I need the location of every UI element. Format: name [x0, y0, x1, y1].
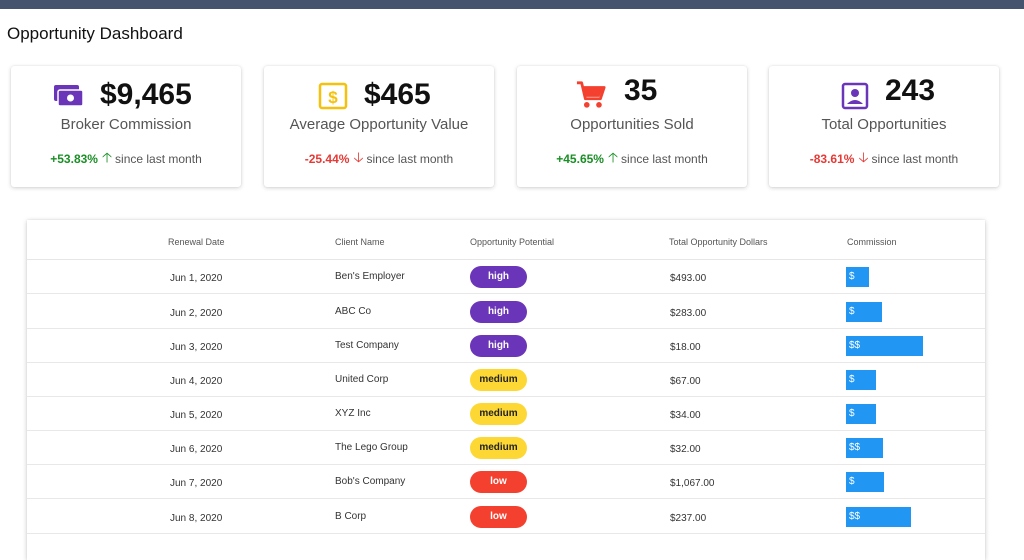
card-change: -25.44% 🡣 since last month: [264, 148, 494, 172]
client-name-cell: The Lego Group: [335, 442, 408, 453]
commission-bar: $: [846, 370, 876, 390]
total-dollars-cell: $34.00: [670, 410, 701, 421]
column-header-total-opportunity-dollars[interactable]: Total Opportunity Dollars: [669, 237, 768, 247]
change-percent: -83.61%: [809, 152, 855, 166]
potential-badge: medium: [470, 403, 527, 425]
card-value: 35: [624, 74, 658, 107]
total-dollars-cell: $32.00: [670, 444, 701, 455]
commission-bar: $: [846, 472, 884, 492]
column-header-commission[interactable]: Commission: [847, 237, 897, 247]
total-dollars-cell: $283.00: [670, 308, 707, 319]
table-row[interactable]: Jun 5, 2020 XYZ Inc medium $34.00 $: [27, 397, 985, 431]
change-percent: +45.65%: [556, 152, 604, 166]
svg-text:$: $: [328, 88, 338, 107]
renewal-date-cell: Jun 4, 2020: [170, 376, 223, 387]
renewal-date-cell: Jun 5, 2020: [170, 410, 223, 421]
client-name-cell: ABC Co: [335, 306, 372, 317]
card-change: +53.83% 🡡 since last month: [11, 148, 241, 172]
renewal-date-cell: Jun 8, 2020: [170, 513, 223, 524]
total-dollars-cell: $67.00: [670, 376, 701, 387]
total-dollars-cell: $18.00: [670, 342, 701, 353]
arrow-down-icon: 🡣: [353, 149, 364, 165]
table-row[interactable]: Jun 2, 2020 ABC Co high $283.00 $: [27, 295, 985, 329]
change-percent: +53.83%: [50, 152, 98, 166]
card-label: Broker Commission: [60, 116, 192, 133]
renewal-date-cell: Jun 3, 2020: [170, 342, 223, 353]
table-row[interactable]: Jun 3, 2020 Test Company high $18.00 $$: [27, 329, 985, 363]
potential-badge: low: [470, 506, 527, 528]
card-opportunities-sold: 35 Opportunities Sold +45.65% 🡡 since last…: [517, 66, 747, 187]
client-name-cell: Test Company: [335, 340, 399, 351]
portrait-icon: [841, 82, 869, 110]
total-dollars-cell: $237.00: [670, 513, 707, 524]
column-header-renewal-date[interactable]: Renewal Date: [168, 237, 225, 247]
cart-icon: [576, 81, 606, 108]
money-icon: [54, 85, 84, 107]
card-average-opportunity-value: $ $465 Average Opportunity Value -25.44%…: [264, 66, 494, 187]
card-label: Total Opportunities: [821, 116, 947, 133]
change-period: since last month: [871, 152, 959, 166]
change-period: since last month: [366, 152, 454, 166]
client-name-cell: Bob's Company: [335, 476, 406, 487]
table-row[interactable]: Jun 4, 2020 United Corp medium $67.00 $: [27, 363, 985, 397]
potential-badge: high: [470, 301, 527, 323]
opportunity-table: Renewal Date Client Name Opportunity Pot…: [27, 220, 985, 560]
card-value: $9,465: [100, 78, 192, 111]
card-label: Opportunities Sold: [570, 116, 694, 133]
table-row[interactable]: Jun 7, 2020 Bob's Company low $1,067.00 $: [27, 465, 985, 499]
change-period: since last month: [621, 152, 708, 166]
commission-bar: $$: [846, 336, 923, 356]
renewal-date-cell: Jun 1, 2020: [170, 273, 223, 284]
client-name-cell: XYZ Inc: [335, 408, 371, 419]
arrow-down-icon: 🡣: [858, 149, 869, 165]
column-header-opportunity-potential[interactable]: Opportunity Potential: [470, 237, 554, 247]
potential-badge: medium: [470, 437, 527, 459]
card-label: Average Opportunity Value: [289, 116, 469, 133]
card-change: +45.65% 🡡 since last month: [517, 148, 747, 172]
column-header-client-name[interactable]: Client Name: [335, 237, 385, 247]
card-value: 243: [885, 74, 936, 107]
table-header: Renewal Date Client Name Opportunity Pot…: [27, 220, 985, 260]
top-app-bar: [0, 0, 1024, 9]
commission-bar: $: [846, 302, 882, 322]
commission-bar: $: [846, 267, 869, 287]
potential-badge: high: [470, 266, 527, 288]
potential-badge: high: [470, 335, 527, 357]
arrow-up-icon: 🡡: [607, 149, 619, 165]
total-dollars-cell: $1,067.00: [670, 478, 715, 489]
potential-badge: medium: [470, 369, 527, 391]
change-period: since last month: [115, 152, 202, 166]
table-row[interactable]: Jun 6, 2020 The Lego Group medium $32.00 $$: [27, 431, 985, 465]
card-broker-commission: $9,465 Broker Commission +53.83% 🡡 since l…: [11, 66, 241, 187]
dollar-icon: $: [318, 82, 348, 110]
change-percent: -25.44%: [304, 152, 350, 166]
renewal-date-cell: Jun 6, 2020: [170, 444, 223, 455]
client-name-cell: Ben's Employer: [335, 271, 405, 282]
renewal-date-cell: Jun 7, 2020: [170, 478, 223, 489]
potential-badge: low: [470, 471, 527, 493]
renewal-date-cell: Jun 2, 2020: [170, 308, 223, 319]
card-total-opportunities: 243 Total Opportunities -83.61% 🡣 since la…: [769, 66, 999, 187]
card-change: -83.61% 🡣 since last month: [769, 148, 999, 172]
commission-bar: $$: [846, 507, 911, 527]
commission-bar: $$: [846, 438, 883, 458]
table-row[interactable]: Jun 8, 2020 B Corp low $237.00 $$: [27, 500, 985, 534]
table-row[interactable]: Jun 1, 2020 Ben's Employer high $493.00 $: [27, 260, 985, 294]
commission-bar: $: [846, 404, 876, 424]
page-title: Opportunity Dashboard: [7, 24, 183, 43]
client-name-cell: B Corp: [335, 511, 367, 522]
total-dollars-cell: $493.00: [670, 273, 707, 284]
client-name-cell: United Corp: [335, 374, 389, 385]
arrow-up-icon: 🡡: [101, 149, 113, 165]
card-value: $465: [364, 78, 431, 111]
